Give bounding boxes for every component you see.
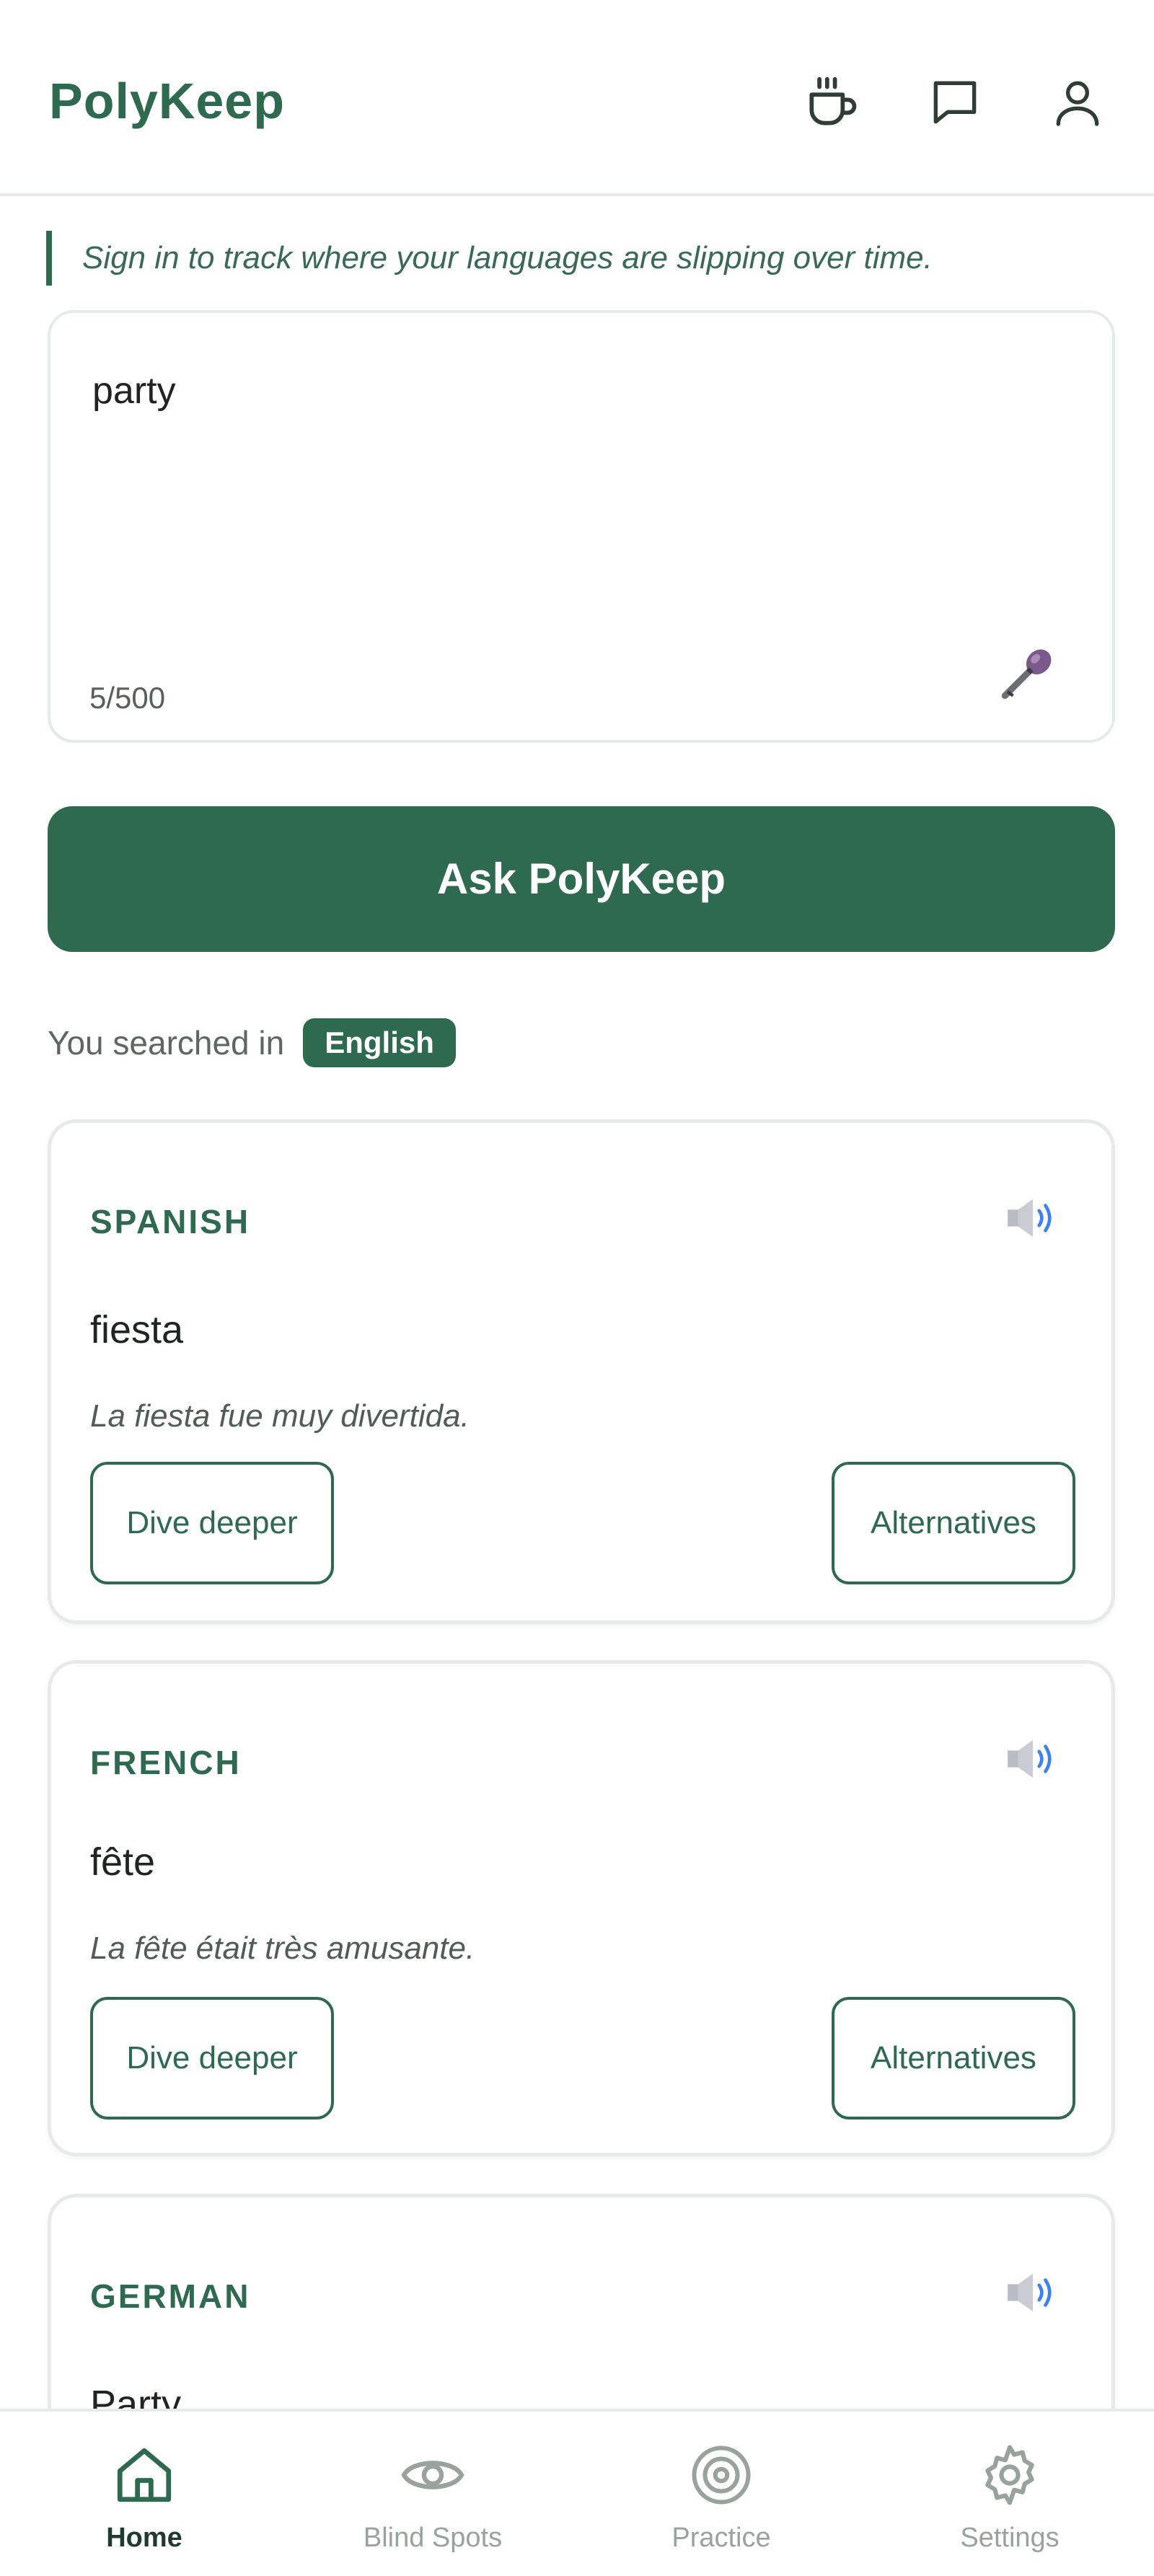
source-language-badge: English (303, 1018, 456, 1067)
speaker-icon[interactable] (1005, 1195, 1061, 1241)
example-sentence: La fiesta fue muy divertida. (90, 1398, 470, 1434)
coffee-icon[interactable] (792, 62, 873, 143)
card-language: GERMAN (90, 2277, 251, 2315)
speaker-icon[interactable] (1005, 2270, 1061, 2316)
speaker-icon[interactable] (1005, 1736, 1061, 1782)
home-icon (110, 2440, 179, 2510)
user-icon[interactable] (1037, 62, 1118, 143)
nav-settings[interactable]: Settings (865, 2412, 1154, 2576)
nav-label: Settings (960, 2523, 1060, 2553)
card-language: FRENCH (90, 1744, 242, 1781)
top-actions (792, 62, 1118, 143)
target-icon (687, 2440, 756, 2510)
sign-in-hint: Sign in to track where your languages ar… (46, 231, 933, 286)
chat-icon[interactable] (915, 62, 995, 143)
ask-polykeep-button[interactable]: Ask PolyKeep (48, 806, 1115, 952)
microphone-icon[interactable] (997, 639, 1062, 704)
result-card-french: FRENCH fête La fête était très amusante.… (48, 1660, 1115, 2156)
bottom-navigation: Home Blind Spots Practice Settings (0, 2409, 1154, 2576)
translated-word: fête (90, 1840, 156, 1884)
result-card-spanish: SPANISH fiesta La fiesta fue muy diverti… (48, 1119, 1115, 1624)
alternatives-button[interactable]: Alternatives (832, 1997, 1075, 2120)
eye-icon (398, 2440, 467, 2510)
nav-blind-spots[interactable]: Blind Spots (288, 2412, 577, 2576)
nav-label: Practice (671, 2523, 771, 2553)
dive-deeper-button[interactable]: Dive deeper (90, 1997, 334, 2120)
top-bar: PolyKeep (0, 0, 1154, 196)
searched-language-row: You searched in English (48, 1018, 456, 1067)
alternatives-button[interactable]: Alternatives (832, 1462, 1075, 1584)
nav-home[interactable]: Home (0, 2412, 288, 2576)
example-sentence: La fête était très amusante. (90, 1931, 475, 1966)
gear-icon (975, 2440, 1044, 2510)
character-count: 5/500 (89, 681, 166, 715)
query-input-card[interactable]: party 5/500 (48, 310, 1115, 743)
dive-deeper-button[interactable]: Dive deeper (90, 1462, 334, 1584)
translated-word: fiesta (90, 1308, 184, 1351)
nav-practice[interactable]: Practice (577, 2412, 865, 2576)
nav-label: Blind Spots (363, 2523, 503, 2553)
nav-label: Home (106, 2523, 182, 2553)
query-input[interactable]: party (92, 369, 176, 413)
card-language: SPANISH (90, 1203, 251, 1240)
searched-label: You searched in (48, 1024, 285, 1062)
app-logo[interactable]: PolyKeep (49, 72, 285, 130)
